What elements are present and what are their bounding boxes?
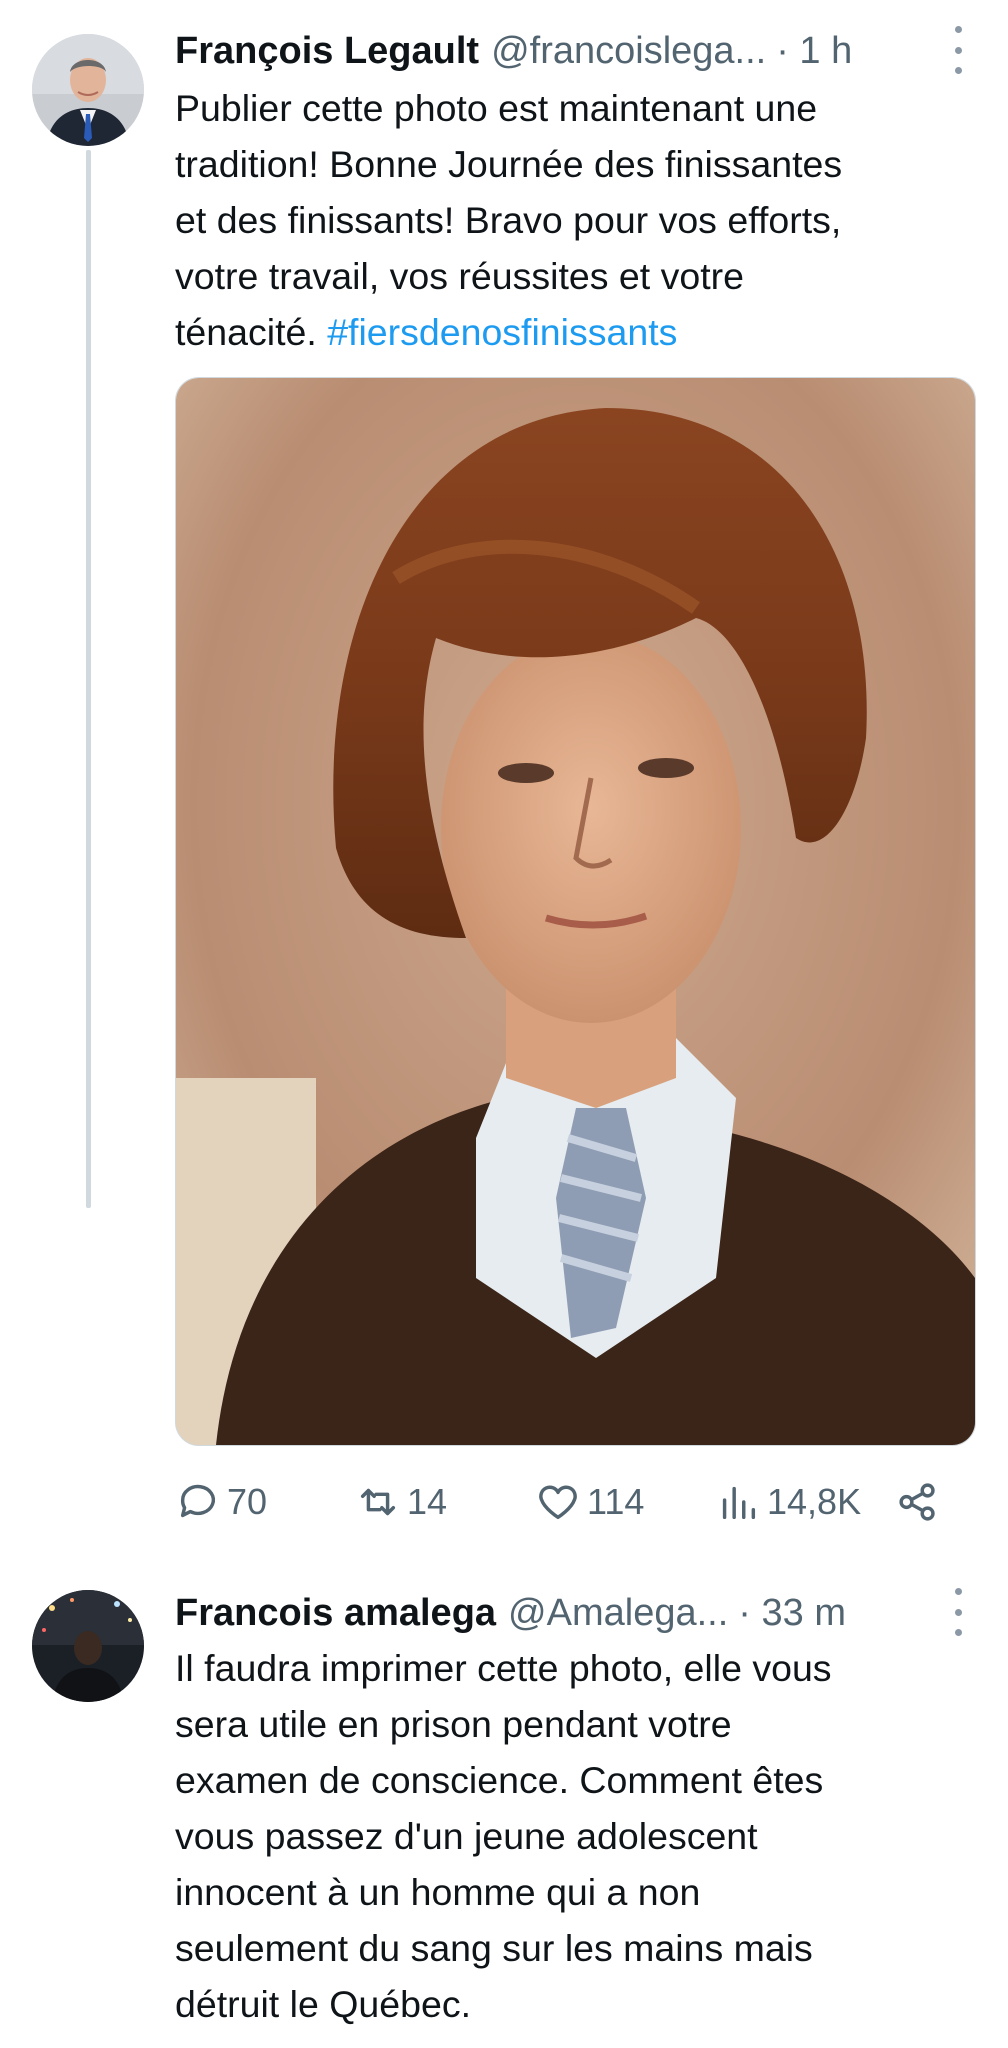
reply-count: 70 bbox=[227, 1481, 268, 1522]
more-options-icon[interactable] bbox=[948, 26, 968, 74]
heart-icon bbox=[539, 1485, 577, 1520]
views-icon bbox=[722, 1486, 756, 1520]
tweet-text: Il faudra imprimer cette photo, elle vou… bbox=[175, 1640, 975, 2032]
tweet[interactable]: François Legault @francoislega... · 1 h … bbox=[0, 0, 1008, 1560]
author-avatar[interactable] bbox=[32, 1590, 144, 1702]
share-button[interactable] bbox=[895, 1472, 947, 1532]
retweet-button[interactable]: 14 bbox=[355, 1472, 447, 1532]
more-options-icon[interactable] bbox=[948, 1588, 968, 1636]
author-avatar[interactable] bbox=[32, 34, 144, 146]
tweet-text: Publier cette photo est maintenant une t… bbox=[175, 80, 975, 360]
like-count: 114 bbox=[587, 1481, 645, 1522]
author-name[interactable]: Francois amalega bbox=[175, 1592, 496, 1635]
reply-button[interactable]: 70 bbox=[175, 1472, 267, 1532]
like-button[interactable]: 114 bbox=[535, 1472, 644, 1532]
tweet-header: François Legault @francoislega... · 1 h bbox=[175, 24, 968, 78]
tweet-timestamp[interactable]: · 1 h bbox=[776, 30, 852, 73]
author-handle[interactable]: @Amalega... bbox=[508, 1592, 728, 1635]
hashtag-link[interactable]: #fiersdenosfinissants bbox=[327, 311, 677, 353]
reply-icon bbox=[180, 1484, 216, 1518]
tweet-body: Il faudra imprimer cette photo, elle vou… bbox=[175, 1647, 832, 2025]
author-handle[interactable]: @francoislega... bbox=[491, 30, 766, 73]
view-count: 14,8K bbox=[767, 1481, 862, 1522]
views-button[interactable]: 14,8K bbox=[715, 1472, 861, 1532]
author-name[interactable]: François Legault bbox=[175, 30, 479, 73]
share-icon bbox=[899, 1483, 935, 1521]
tweet-timestamp[interactable]: · 33 m bbox=[738, 1592, 846, 1635]
tweet-actions: 70 14 114 14,8K bbox=[175, 1472, 975, 1532]
tweet-header: Francois amalega @Amalega... · 33 m bbox=[175, 1586, 968, 1640]
retweet-icon bbox=[360, 1488, 396, 1516]
retweet-count: 14 bbox=[407, 1481, 448, 1522]
tweet-photo[interactable] bbox=[175, 377, 976, 1446]
tweet[interactable]: Francois amalega @Amalega... · 33 m Il f… bbox=[0, 1560, 1008, 2048]
